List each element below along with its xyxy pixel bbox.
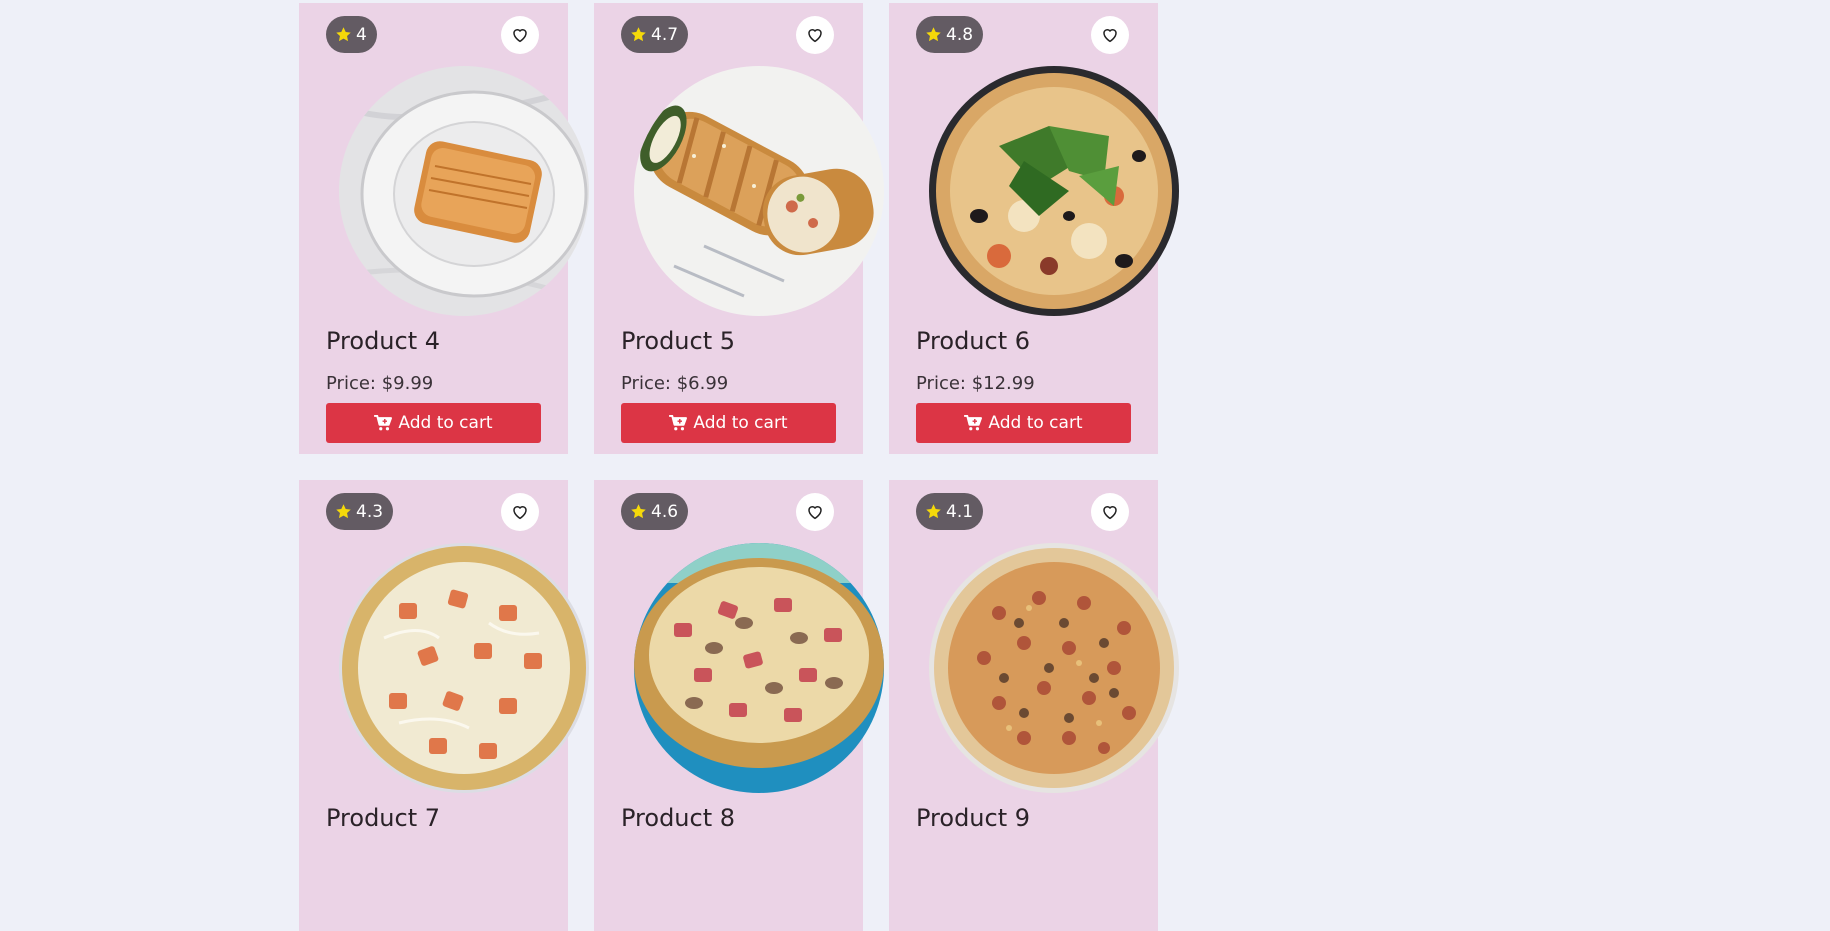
- heart-outline-icon: [1103, 29, 1117, 43]
- add-to-cart-button[interactable]: Add to cart: [326, 403, 541, 443]
- add-to-cart-button[interactable]: Add to cart: [916, 403, 1131, 443]
- ham-mushroom-pizza-photo: [634, 543, 884, 793]
- rating-value: 4.8: [946, 24, 974, 45]
- rating-value: 4: [356, 24, 367, 45]
- favorite-button[interactable]: [796, 16, 834, 54]
- rating-badge: 4.8: [916, 16, 984, 53]
- product-price: Price: $12.99: [916, 373, 1035, 394]
- heart-outline-icon: [808, 506, 822, 520]
- rating-badge: 4.3: [326, 493, 394, 530]
- product-name: Product 8: [621, 804, 736, 832]
- rating-badge: 4.7: [621, 16, 689, 53]
- rating-value: 4.6: [651, 501, 679, 522]
- cart-plus-icon: [669, 415, 688, 431]
- star-icon: [926, 504, 941, 519]
- rating-badge: 4.1: [916, 493, 984, 530]
- add-to-cart-label: Add to cart: [398, 413, 493, 433]
- heart-outline-icon: [513, 29, 527, 43]
- product-card: 4.7 Product 5 Price: $6.99 Add to cart: [594, 3, 884, 454]
- product-card: 4.6 Product 8: [594, 480, 884, 931]
- product-price: Price: $9.99: [326, 373, 434, 394]
- rating-badge: 4.6: [621, 493, 689, 530]
- favorite-button[interactable]: [501, 16, 539, 54]
- star-icon: [631, 504, 646, 519]
- product-name: Product 9: [916, 804, 1031, 832]
- product-name: Product 6: [916, 327, 1031, 355]
- product-card: 4.8 Product 6 Price: $12.99 Add to cart: [889, 3, 1179, 454]
- arugula-pizza-photo: [929, 66, 1179, 316]
- meat-pizza-photo: [929, 543, 1179, 793]
- stromboli-photo: [634, 66, 884, 316]
- add-to-cart-button[interactable]: Add to cart: [621, 403, 836, 443]
- heart-outline-icon: [513, 506, 527, 520]
- add-to-cart-label: Add to cart: [693, 413, 788, 433]
- product-price: Price: $6.99: [621, 373, 729, 394]
- pastry-photo: [339, 66, 589, 316]
- rating-value: 4.3: [356, 501, 384, 522]
- favorite-button[interactable]: [796, 493, 834, 531]
- cart-plus-icon: [374, 415, 393, 431]
- star-icon: [631, 27, 646, 42]
- heart-outline-icon: [808, 29, 822, 43]
- heart-outline-icon: [1103, 506, 1117, 520]
- rating-badge: 4: [326, 16, 377, 53]
- star-icon: [336, 27, 351, 42]
- favorite-button[interactable]: [1091, 493, 1129, 531]
- star-icon: [336, 504, 351, 519]
- cart-plus-icon: [964, 415, 983, 431]
- rating-value: 4.1: [946, 501, 974, 522]
- star-icon: [926, 27, 941, 42]
- ham-cheese-pizza-photo: [339, 543, 589, 793]
- favorite-button[interactable]: [501, 493, 539, 531]
- add-to-cart-label: Add to cart: [988, 413, 1083, 433]
- product-name: Product 7: [326, 804, 441, 832]
- product-name: Product 5: [621, 327, 736, 355]
- product-grid: 4 Product 4 Price: $9.99 Add to cart 4.7…: [299, 3, 1179, 931]
- product-card: 4 Product 4 Price: $9.99 Add to cart: [299, 3, 589, 454]
- product-name: Product 4: [326, 327, 441, 355]
- product-card: 4.1 Product 9: [889, 480, 1179, 931]
- product-card: 4.3 Product 7: [299, 480, 589, 931]
- favorite-button[interactable]: [1091, 16, 1129, 54]
- rating-value: 4.7: [651, 24, 679, 45]
